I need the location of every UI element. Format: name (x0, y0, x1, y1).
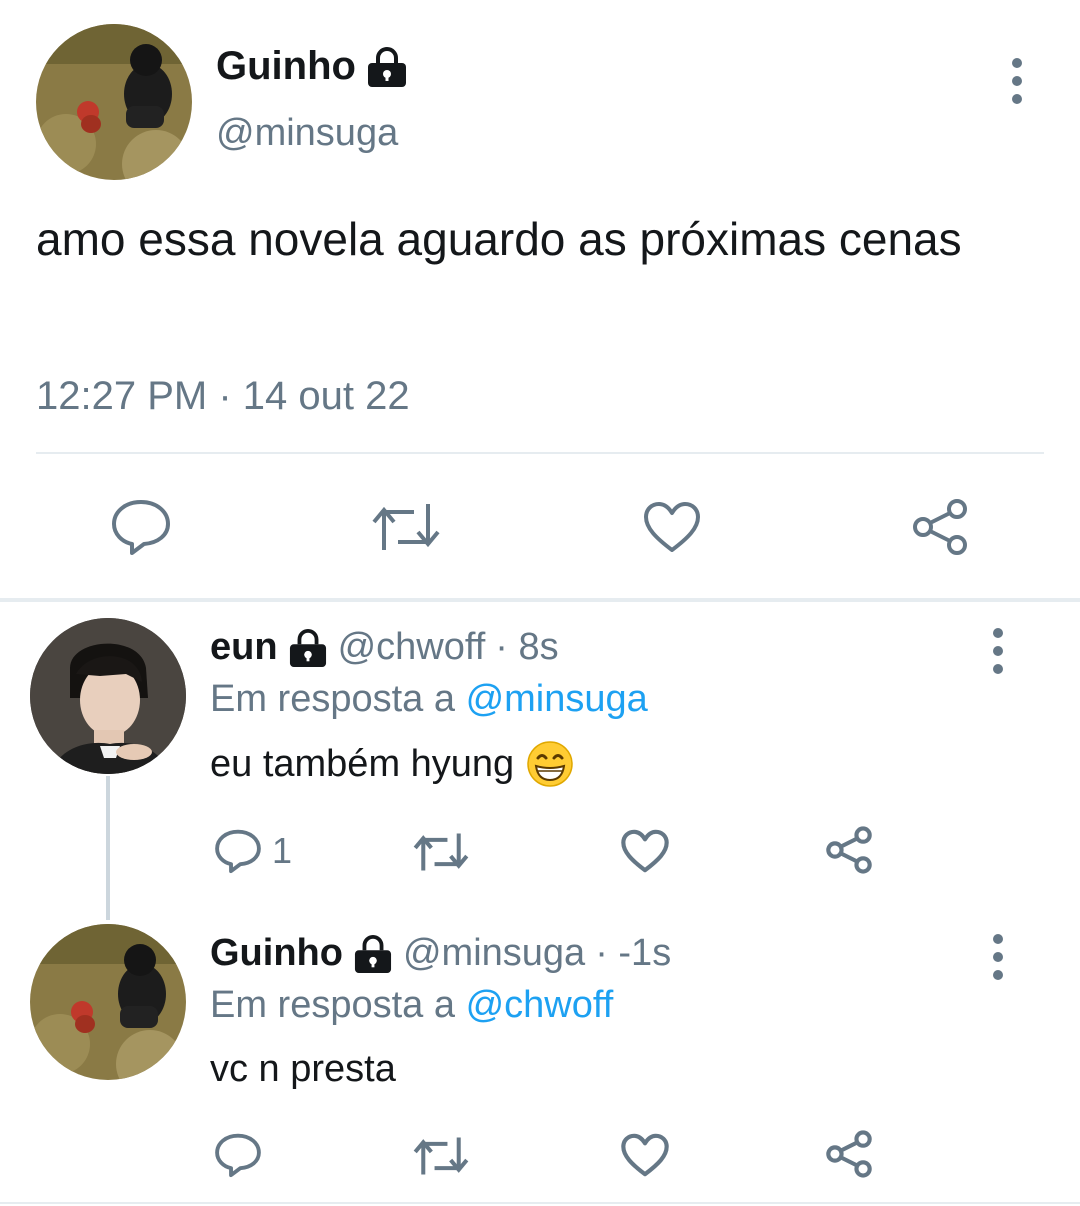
reply-handle[interactable]: @chwoff (338, 626, 486, 669)
retweet-icon[interactable] (370, 500, 442, 554)
retweet-icon[interactable] (412, 830, 470, 874)
main-timestamp: 12:27 PM · 14 out 22 (36, 374, 410, 418)
main-avatar[interactable] (36, 24, 192, 180)
divider (36, 452, 1044, 454)
reply-display-name[interactable]: eun (210, 626, 278, 669)
main-display-name[interactable]: Guinho (216, 44, 356, 89)
retweet-icon[interactable] (412, 1134, 470, 1178)
reply-to-mention[interactable]: @minsuga (466, 678, 648, 720)
like-icon[interactable] (620, 828, 670, 874)
bottom-divider (0, 1202, 1080, 1204)
more-options-icon[interactable] (992, 934, 1004, 980)
share-icon[interactable] (824, 1130, 874, 1178)
reply-text: vc n presta (210, 1048, 396, 1090)
reply-icon[interactable] (214, 828, 262, 874)
reply-count: 1 (272, 830, 293, 871)
reply-avatar-guinho[interactable] (30, 924, 186, 1080)
share-icon[interactable] (824, 826, 874, 874)
reply-icon[interactable] (110, 498, 172, 556)
reply-time: · -1s (595, 932, 672, 974)
reply-display-name[interactable]: Guinho (210, 932, 343, 975)
reply-handle[interactable]: @minsuga (403, 932, 585, 975)
like-icon[interactable] (642, 500, 702, 554)
like-icon[interactable] (620, 1132, 670, 1178)
more-options-icon[interactable] (1011, 58, 1023, 104)
thread-connector (106, 776, 110, 920)
main-handle[interactable]: @minsuga (216, 112, 398, 155)
lock-icon (366, 46, 408, 87)
lock-icon (353, 934, 393, 973)
more-options-icon[interactable] (992, 628, 1004, 674)
main-tweet-text: amo essa novela aguardo as próximas cena… (36, 213, 962, 265)
reply-time: · 8s (495, 626, 559, 668)
reply-text: eu também hyung (210, 742, 515, 785)
lock-icon (288, 628, 328, 667)
reply-prefix: Em resposta a (210, 678, 455, 720)
reply-to-mention[interactable]: @chwoff (466, 984, 614, 1026)
reply-prefix: Em resposta a (210, 984, 455, 1026)
reply-icon[interactable] (214, 1132, 262, 1178)
share-icon[interactable] (910, 498, 970, 556)
section-divider (0, 598, 1080, 602)
grinning-face-emoji-icon (526, 740, 574, 788)
reply-avatar-eun[interactable] (30, 618, 186, 774)
